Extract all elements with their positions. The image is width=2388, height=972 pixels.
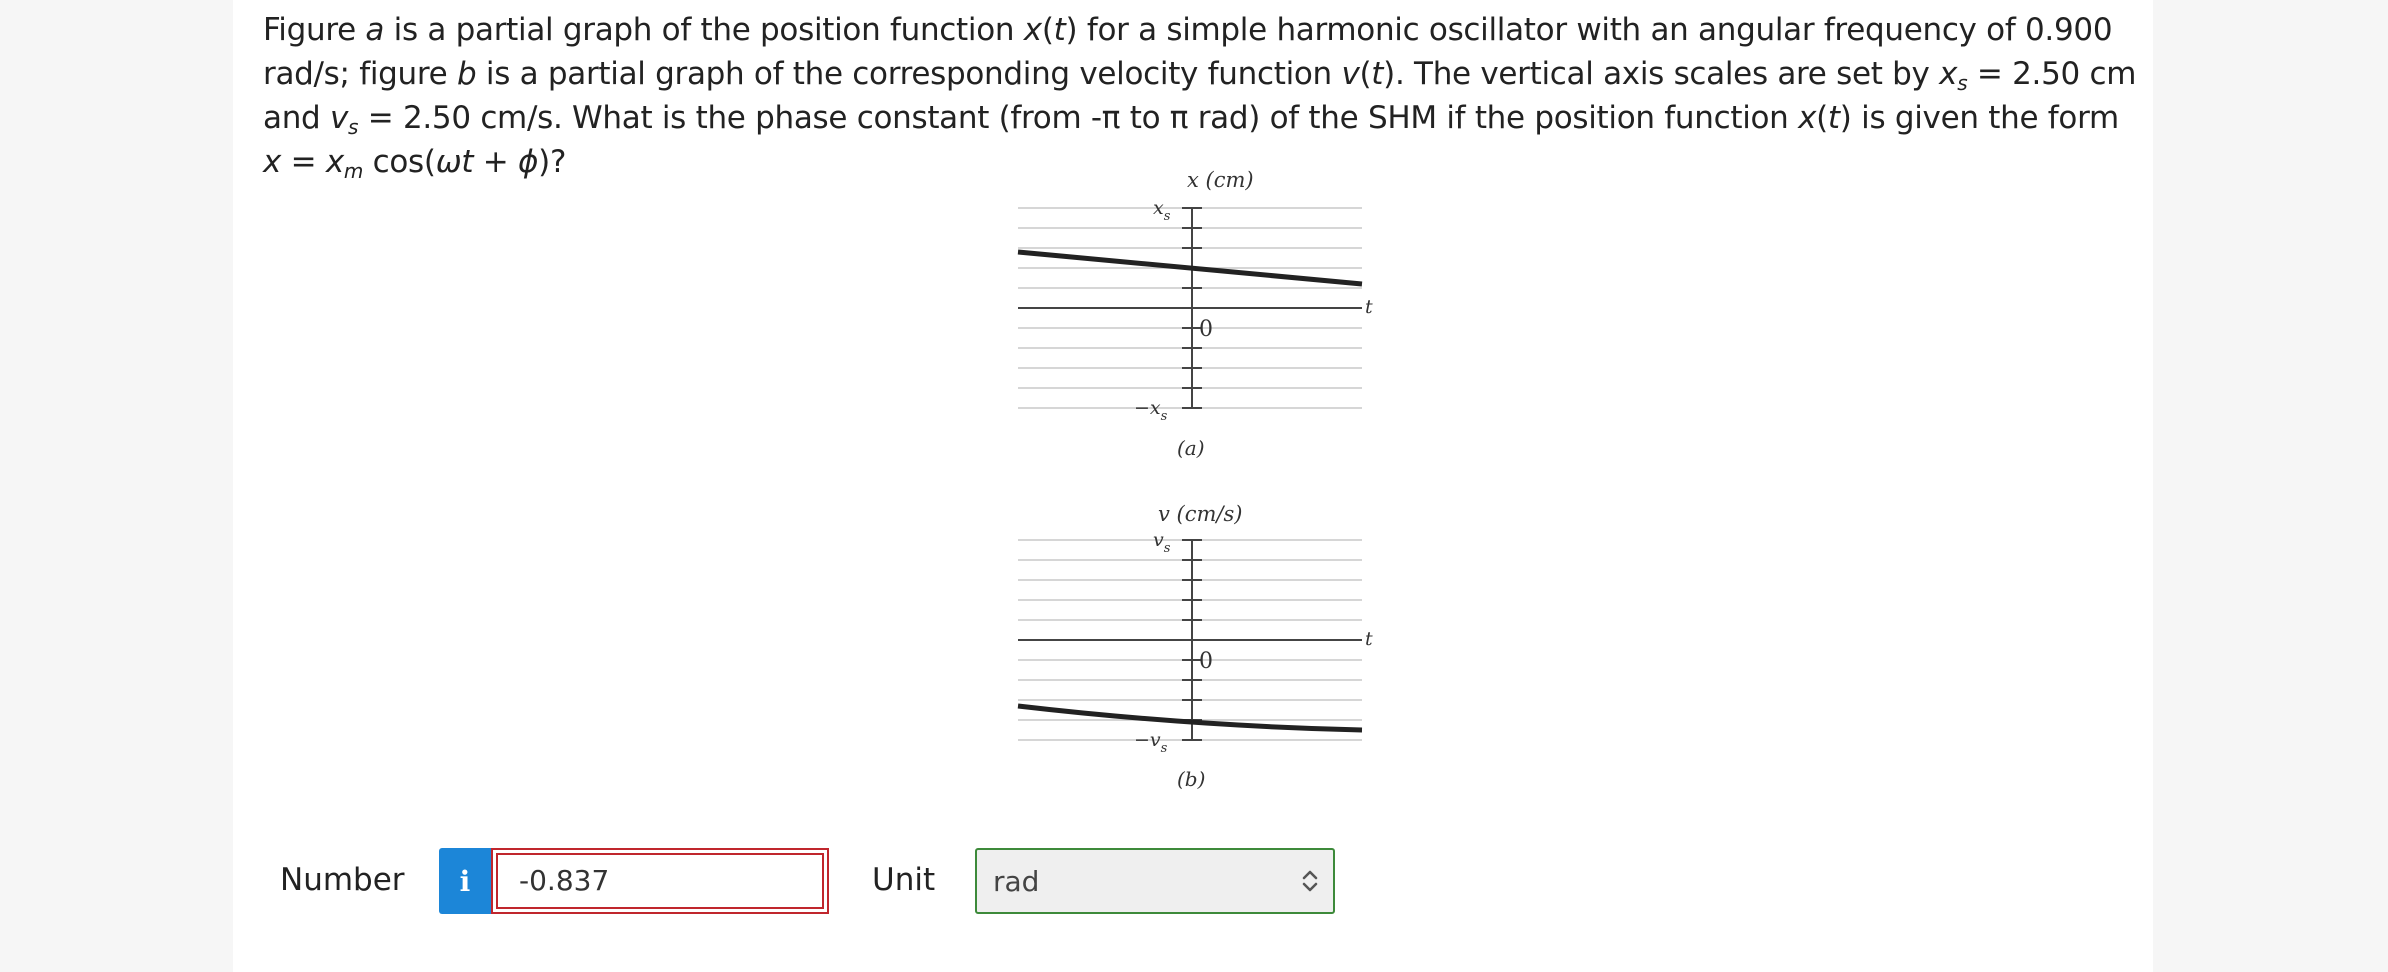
up-down-chevron-icon [1301,868,1319,898]
figure-b-bottom-tick: −vs [1134,729,1168,756]
figure-b-curve [1017,703,1363,733]
number-label: Number [280,862,405,898]
question-text: Figure a is a partial graph of the posit… [263,12,2137,183]
figure-a: x (cm) xs −xs 0 t (a) [1017,168,1373,460]
figure-a-caption: (a) [1177,436,1205,460]
figure-graphs: x (cm) xs −xs 0 t (a) v (cm/s) vs −vs 0 … [1017,168,1373,791]
figure-b-top-tick: vs [1153,529,1171,556]
figure-a-top-tick: xs [1153,197,1171,224]
unit-select-value: rad [993,865,1040,898]
figure-a-zero: 0 [1199,317,1213,342]
figure-b-axis-label: v (cm/s) [1158,502,1242,526]
info-icon: i [459,864,471,898]
unit-label: Unit [872,862,936,898]
figure-a-t-label: t [1365,296,1373,318]
figure-b-zero: 0 [1199,649,1213,674]
figure-b-t-label: t [1365,628,1373,650]
unit-select[interactable]: rad [975,848,1335,914]
figure-a-bottom-tick: −xs [1134,397,1168,424]
info-button[interactable]: i [439,848,491,914]
number-input-value: -0.837 [519,864,610,897]
figure-a-axis-label: x (cm) [1187,168,1254,192]
number-input[interactable]: -0.837 [491,848,829,914]
figure-b-caption: (b) [1177,767,1205,791]
figure-b: v (cm/s) vs −vs 0 t (b) [1017,502,1373,791]
